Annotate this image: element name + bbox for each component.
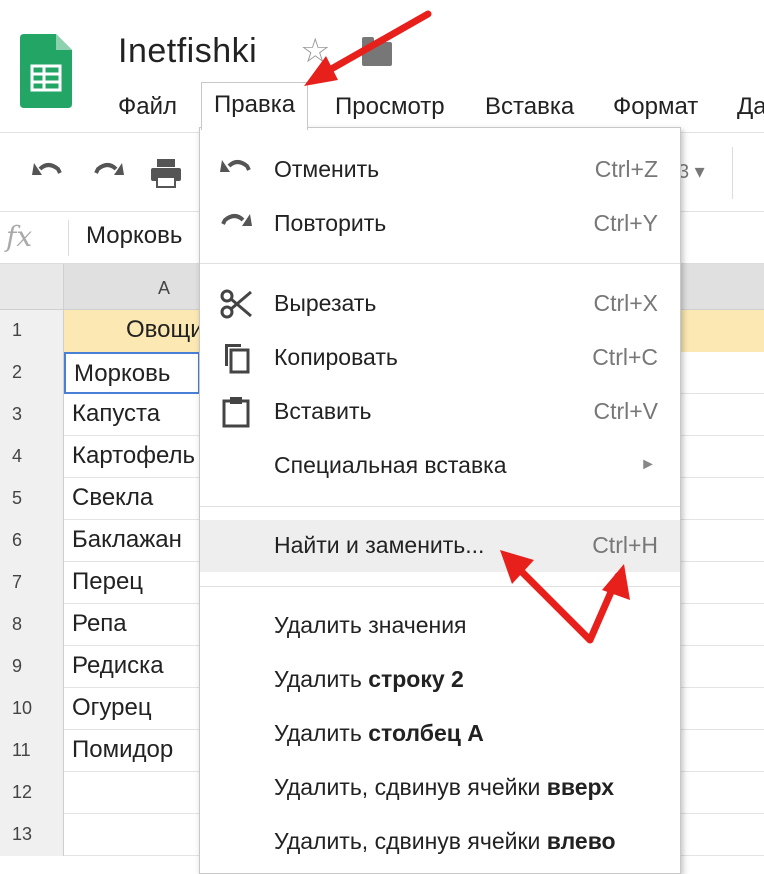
menu-item-cut[interactable]: Вырезать Ctrl+X	[200, 278, 680, 330]
selected-cell[interactable]: Морковь	[64, 352, 200, 394]
menu-item-label: Специальная вставка	[274, 452, 507, 478]
menu-item-label-bold: строку 2	[368, 666, 464, 692]
menu-item-delete-row[interactable]: Удалить строку 2	[200, 654, 680, 706]
shortcut-label: Ctrl+X	[593, 290, 658, 316]
document-title[interactable]: Inetfishki	[118, 32, 257, 71]
row-header[interactable]: 8	[0, 604, 64, 646]
menu-file[interactable]: Файл	[118, 88, 177, 126]
menu-item-label: Удалить, сдвинув ячейки влево	[274, 828, 616, 855]
shortcut-label: Ctrl+Y	[593, 210, 658, 236]
row-header[interactable]: 13	[0, 814, 64, 856]
menu-divider	[200, 263, 680, 264]
menu-item-redo[interactable]: Повторить Ctrl+Y	[200, 198, 680, 250]
menu-item-label-prefix: Удалить, сдвинув ячейки	[274, 774, 547, 800]
menu-item-copy[interactable]: Копировать Ctrl+C	[200, 332, 680, 384]
menu-item-label: Вырезать	[274, 290, 377, 316]
menu-item-label-prefix: Удалить	[274, 720, 369, 746]
undo-icon	[218, 154, 254, 186]
menu-item-label: Копировать	[274, 344, 398, 370]
redo-icon[interactable]	[88, 155, 128, 191]
redo-icon	[218, 208, 254, 240]
menu-edit[interactable]: Правка	[201, 82, 309, 130]
undo-icon[interactable]	[28, 155, 68, 191]
row-header[interactable]: 12	[0, 772, 64, 814]
menu-insert[interactable]: Вставка	[485, 88, 574, 126]
row-header[interactable]: 2	[0, 352, 64, 394]
select-all-corner[interactable]	[0, 264, 64, 310]
menu-item-label: Удалить, сдвинув ячейки вверх	[274, 774, 614, 801]
menubar: Файл Правка Просмотр Вставка Формат Да	[0, 82, 764, 130]
menu-item-label: Найти и заменить...	[274, 532, 485, 558]
menu-item-label-prefix: Удалить, сдвинув ячейки	[274, 828, 547, 854]
row-header[interactable]: 6	[0, 520, 64, 562]
scissors-icon	[218, 288, 254, 320]
row-header[interactable]: 3	[0, 394, 64, 436]
menu-item-label: Вставить	[274, 398, 372, 424]
app-header: Inetfishki ☆ Файл Правка Просмотр Вставк…	[0, 0, 764, 130]
menu-item-label: Удалить строку 2	[274, 666, 464, 693]
shortcut-label: Ctrl+H	[592, 532, 658, 558]
menu-item-delete-column[interactable]: Удалить столбец A	[200, 708, 680, 760]
menu-item-delete-values[interactable]: Удалить значения	[200, 600, 680, 652]
menu-item-label: Удалить значения	[274, 612, 467, 638]
row-header[interactable]: 5	[0, 478, 64, 520]
column-header-label: A	[158, 278, 171, 298]
formula-divider	[68, 220, 69, 256]
shortcut-label: Ctrl+Z	[594, 156, 658, 182]
menu-divider	[200, 506, 680, 507]
menu-item-delete-shift-left[interactable]: Удалить, сдвинув ячейки влево	[200, 816, 680, 868]
row-header[interactable]: 7	[0, 562, 64, 604]
clipboard-icon	[218, 396, 254, 428]
menu-item-label-bold: столбец A	[368, 720, 484, 746]
shortcut-label: Ctrl+C	[592, 344, 658, 370]
folder-icon[interactable]	[362, 37, 392, 66]
menu-item-delete-shift-up[interactable]: Удалить, сдвинув ячейки вверх	[200, 762, 680, 814]
edit-menu-dropdown: Отменить Ctrl+Z Повторить Ctrl+Y Вырезат…	[199, 127, 681, 874]
print-icon[interactable]	[146, 155, 186, 191]
formula-input[interactable]: Морковь	[86, 222, 182, 250]
menu-item-find-replace[interactable]: Найти и заменить... Ctrl+H	[200, 520, 680, 572]
row-header[interactable]: 9	[0, 646, 64, 688]
menu-item-paste-special[interactable]: Специальная вставка ►	[200, 440, 680, 492]
row-header[interactable]: 11	[0, 730, 64, 772]
menu-item-label-bold: вверх	[546, 774, 615, 800]
shortcut-label: Ctrl+V	[593, 398, 658, 424]
menu-item-label: Отменить	[274, 156, 380, 182]
menu-divider	[200, 586, 680, 587]
menu-item-label: Удалить столбец A	[274, 720, 484, 747]
fx-icon: fx	[6, 220, 33, 253]
row-header[interactable]: 1	[0, 310, 64, 352]
copy-icon	[218, 342, 254, 374]
menu-item-label-bold: влево	[546, 828, 616, 854]
toolbar-divider	[732, 147, 733, 199]
row-header[interactable]: 4	[0, 436, 64, 478]
star-icon[interactable]: ☆	[300, 34, 330, 68]
menu-item-label: Повторить	[274, 210, 387, 236]
menu-item-paste[interactable]: Вставить Ctrl+V	[200, 386, 680, 438]
menu-item-undo[interactable]: Отменить Ctrl+Z	[200, 144, 680, 196]
row-header[interactable]: 10	[0, 688, 64, 730]
submenu-arrow-icon: ►	[640, 456, 656, 473]
menu-data[interactable]: Да	[737, 88, 764, 126]
menu-format[interactable]: Формат	[613, 88, 698, 126]
menu-view[interactable]: Просмотр	[335, 88, 445, 126]
font-size-select[interactable]: 3 ▾	[678, 159, 705, 184]
menu-item-label-prefix: Удалить	[274, 666, 369, 692]
